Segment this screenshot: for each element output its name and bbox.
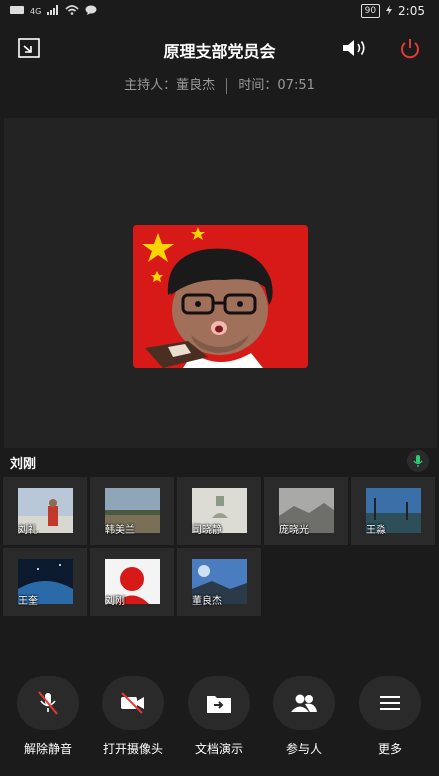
speaking-mic-icon <box>407 450 429 472</box>
main-video-stage[interactable] <box>4 118 437 448</box>
people-icon <box>291 694 317 712</box>
meeting-title: 原理支部党员会 <box>163 42 276 61</box>
speaker-avatar <box>133 225 308 368</box>
menu-icon <box>380 696 400 710</box>
host-label: 主持人：董良杰 <box>124 78 216 93</box>
bottom-toolbar: 解除静音 打开摄像头 文档演示 参与人 更多 <box>0 676 439 776</box>
participants-label: 参与人 <box>285 742 322 756</box>
charging-icon <box>386 4 393 18</box>
unmute-circle[interactable] <box>17 676 79 730</box>
participant-name: 刘刚 <box>105 596 125 607</box>
participant-name: 韩美兰 <box>105 525 135 536</box>
participant-name: 王淼 <box>366 525 386 536</box>
status-bar: 4G 90 2:05 <box>0 0 439 24</box>
mic-muted-icon <box>38 691 58 715</box>
participants-button[interactable]: 参与人 <box>262 676 346 757</box>
more-circle[interactable] <box>359 676 421 730</box>
chat-bubble-icon <box>85 5 97 18</box>
battery-indicator: 90 <box>360 4 381 18</box>
speaker-volume-icon[interactable] <box>342 39 370 57</box>
more-button[interactable]: 更多 <box>348 676 432 757</box>
meeting-time: 时间：07:51 <box>238 78 315 93</box>
active-speaker-name: 刘刚 <box>10 457 37 472</box>
camera-circle[interactable] <box>102 676 164 730</box>
meeting-header: 原理支部党员会 <box>0 24 439 72</box>
participant-name: 王奎 <box>18 596 38 607</box>
participant-tile[interactable]: 王奎 <box>3 548 87 616</box>
start-camera-button[interactable]: 打开摄像头 <box>91 676 175 757</box>
share-label: 文档演示 <box>194 742 243 756</box>
unmute-button[interactable]: 解除静音 <box>6 676 90 757</box>
participant-tile[interactable]: 刘刚 <box>90 548 174 616</box>
active-speaker-row: 刘刚 <box>0 448 439 474</box>
signal-text: 4G <box>30 7 42 16</box>
wifi-icon <box>65 5 79 18</box>
document-share-button[interactable]: 文档演示 <box>177 676 261 757</box>
more-label: 更多 <box>377 742 402 756</box>
camera-label: 打开摄像头 <box>102 742 163 756</box>
participant-name: 刘礼 <box>18 525 38 536</box>
participant-tile[interactable]: 董良杰 <box>177 548 261 616</box>
participant-tile[interactable]: 司晓静 <box>177 477 261 545</box>
participant-tile[interactable]: 韩美兰 <box>90 477 174 545</box>
signal-bars-icon <box>47 5 59 18</box>
participant-name: 董良杰 <box>192 596 222 607</box>
participant-tile[interactable]: 王淼 <box>351 477 435 545</box>
folder-share-icon <box>207 696 231 713</box>
unmute-label: 解除静音 <box>23 742 72 756</box>
participant-tile[interactable]: 庞晓光 <box>264 477 348 545</box>
participant-name: 庞晓光 <box>279 525 309 536</box>
participant-tile[interactable]: 刘礼 <box>3 477 87 545</box>
info-divider <box>226 77 228 94</box>
camera-off-icon <box>121 692 144 714</box>
power-end-meeting-icon[interactable] <box>399 38 421 60</box>
participant-name: 司晓静 <box>192 525 222 536</box>
clock-time: 2:05 <box>398 4 425 18</box>
participants-circle[interactable] <box>273 676 335 730</box>
hd-icon <box>10 5 24 18</box>
meeting-info: 主持人：董良杰 时间：07:51 <box>0 74 439 94</box>
share-circle[interactable] <box>188 676 250 730</box>
